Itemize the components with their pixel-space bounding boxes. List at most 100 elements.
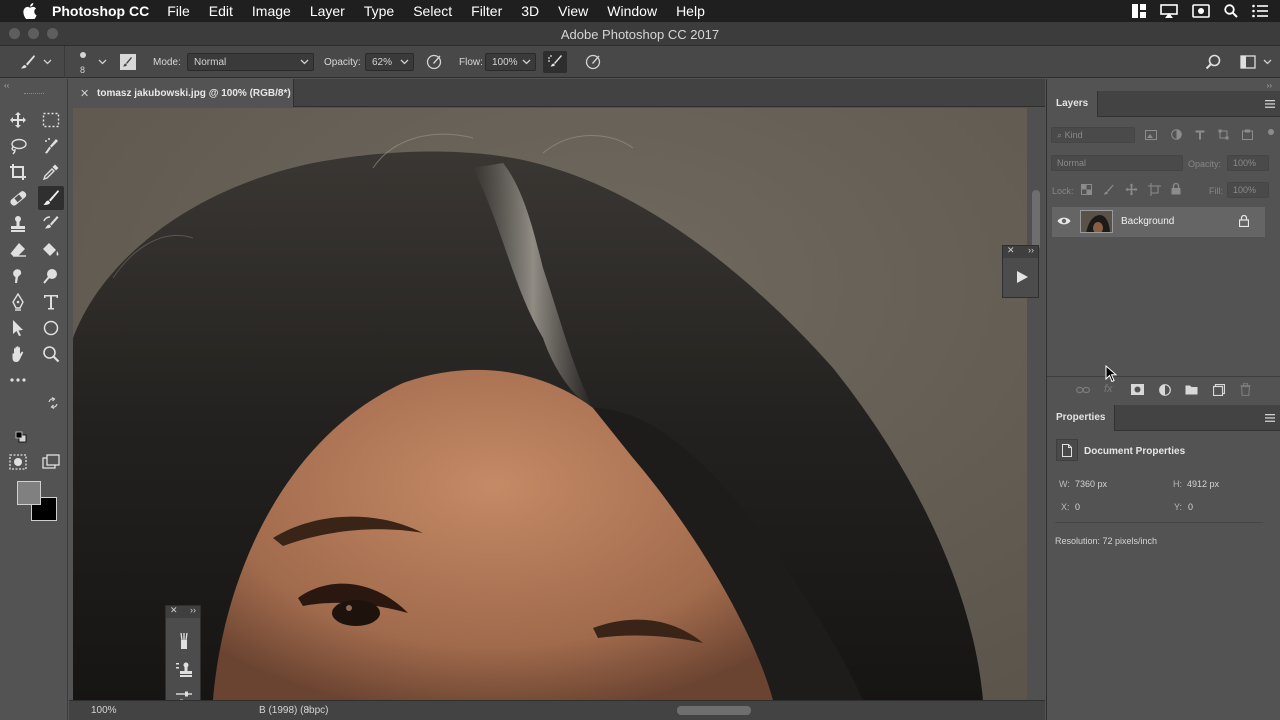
menu-3d[interactable]: 3D (521, 3, 539, 19)
lasso-tool[interactable] (5, 134, 31, 158)
menu-select[interactable]: Select (413, 3, 452, 19)
eye-visibility-icon[interactable] (1057, 216, 1071, 226)
menu-file[interactable]: File (167, 3, 190, 19)
menu-image[interactable]: Image (252, 3, 291, 19)
layer-filter-kind[interactable]: ⌕ Kind (1051, 127, 1135, 143)
screen-mode-button[interactable] (38, 450, 64, 474)
blend-mode-dropdown[interactable]: Normal (1051, 155, 1183, 171)
lock-pixels-icon[interactable] (1103, 184, 1114, 195)
x-value[interactable]: 0 (1075, 502, 1080, 512)
filter-toggle[interactable] (1268, 129, 1274, 135)
chevron-down-icon[interactable] (1263, 59, 1272, 65)
menu-filter[interactable]: Filter (471, 3, 502, 19)
chevron-down-icon[interactable] (400, 57, 409, 67)
app-name-menu[interactable]: Photoshop CC (52, 3, 149, 19)
layer-opacity-field[interactable]: 100% (1227, 155, 1269, 171)
pen-tool[interactable] (5, 290, 31, 314)
menu-window[interactable]: Window (607, 3, 657, 19)
expand-panel-icon[interactable]: ›› (1028, 245, 1034, 255)
menu-help[interactable]: Help (676, 3, 705, 19)
quick-mask-button[interactable] (5, 450, 31, 474)
new-group-icon[interactable] (1185, 384, 1198, 395)
airplay-icon[interactable] (1160, 4, 1178, 18)
toolbar-grip[interactable] (24, 93, 44, 95)
chevron-down-icon[interactable] (43, 59, 52, 65)
link-layers-icon[interactable] (1076, 385, 1090, 395)
lock-position-icon[interactable] (1125, 183, 1138, 196)
filter-adjustment-icon[interactable] (1171, 129, 1182, 140)
move-tool[interactable] (5, 108, 31, 132)
quick-selection-tool[interactable] (38, 134, 64, 158)
flow-field[interactable]: 100% (485, 53, 536, 71)
layer-name[interactable]: Background (1121, 216, 1174, 227)
vertical-scroll-thumb[interactable] (1032, 190, 1040, 250)
panel-menu-icon[interactable] (1265, 100, 1275, 108)
new-adjustment-layer-icon[interactable] (1159, 384, 1171, 396)
menu-view[interactable]: View (558, 3, 588, 19)
vertical-scrollbar[interactable] (1027, 108, 1045, 700)
menu-layer[interactable]: Layer (310, 3, 345, 19)
width-value[interactable]: 7360 px (1075, 479, 1107, 489)
document-canvas[interactable] (73, 108, 1027, 700)
fill-field[interactable]: 100% (1227, 182, 1269, 198)
menu-edit[interactable]: Edit (209, 3, 233, 19)
layer-row-background[interactable]: Background (1052, 207, 1265, 237)
tool-preset-picker[interactable] (16, 51, 40, 73)
close-document-icon[interactable]: ✕ (80, 87, 89, 100)
close-panel-icon[interactable]: ✕ (1007, 245, 1015, 256)
lock-all-icon[interactable] (1171, 183, 1181, 195)
smudge-tool[interactable] (5, 264, 31, 288)
mode-dropdown[interactable]: Normal (187, 53, 314, 71)
notification-center-icon[interactable] (1252, 4, 1268, 18)
clone-stamp-tool[interactable] (5, 212, 31, 236)
crop-tool[interactable] (5, 160, 31, 184)
foreground-color-swatch[interactable] (17, 481, 41, 505)
expand-panel-icon[interactable]: ›› (190, 605, 196, 615)
play-action-button[interactable] (1009, 264, 1035, 290)
pressure-size-button[interactable] (581, 51, 605, 73)
zoom-tool[interactable] (38, 342, 64, 366)
chevron-down-icon[interactable] (522, 57, 531, 67)
height-value[interactable]: 4912 px (1187, 479, 1219, 489)
lock-artboard-icon[interactable] (1148, 183, 1161, 196)
collapse-dock-icon[interactable]: ›› (1267, 81, 1272, 90)
panel-menu-icon[interactable] (1265, 414, 1275, 422)
clone-source-button[interactable] (171, 659, 197, 681)
brush-tool[interactable] (38, 186, 64, 210)
spotlight-search-icon[interactable] (1224, 4, 1238, 18)
search-button[interactable] (1201, 51, 1225, 73)
lock-transparent-icon[interactable] (1081, 184, 1092, 195)
collapse-toolbar-icon[interactable]: ‹‹ (4, 81, 9, 90)
menu-type[interactable]: Type (364, 3, 394, 19)
workspace-grid-icon[interactable] (1132, 4, 1146, 18)
healing-brush-tool[interactable] (5, 186, 31, 210)
chevron-down-icon[interactable] (98, 59, 107, 65)
apple-menu-icon[interactable] (20, 0, 40, 22)
new-layer-icon[interactable] (1213, 384, 1225, 396)
opacity-field[interactable]: 62% (365, 53, 414, 71)
y-value[interactable]: 0 (1188, 502, 1193, 512)
history-brush-tool[interactable] (38, 212, 64, 236)
eyedropper-tool[interactable] (38, 160, 64, 184)
delete-layer-icon[interactable] (1240, 383, 1251, 396)
layer-thumbnail[interactable] (1080, 210, 1113, 233)
type-tool[interactable] (38, 290, 64, 314)
tab-properties[interactable]: Properties (1047, 405, 1116, 431)
workspace-switcher[interactable] (1236, 51, 1260, 73)
screen-record-icon[interactable] (1192, 4, 1210, 18)
horizontal-scroll-thumb[interactable] (677, 706, 751, 715)
dodge-tool[interactable] (38, 264, 64, 288)
hand-tool[interactable] (5, 342, 31, 366)
filter-type-icon[interactable] (1195, 130, 1205, 140)
edit-toolbar-button[interactable] (5, 368, 31, 392)
tab-layers[interactable]: Layers (1047, 91, 1099, 117)
filter-pixel-icon[interactable] (1145, 130, 1157, 140)
zoom-level[interactable]: 100% (91, 705, 117, 716)
airbrush-toggle[interactable] (543, 51, 567, 73)
document-tab[interactable]: ✕ tomasz jakubowski.jpg @ 100% (RGB/8*) (69, 79, 294, 107)
brush-settings-panel-toggle[interactable] (116, 51, 140, 73)
swap-colors-icon[interactable] (47, 397, 59, 409)
add-mask-icon[interactable] (1131, 384, 1144, 395)
pressure-opacity-button[interactable] (422, 51, 446, 73)
status-menu-arrow-icon[interactable]: › (306, 704, 309, 715)
